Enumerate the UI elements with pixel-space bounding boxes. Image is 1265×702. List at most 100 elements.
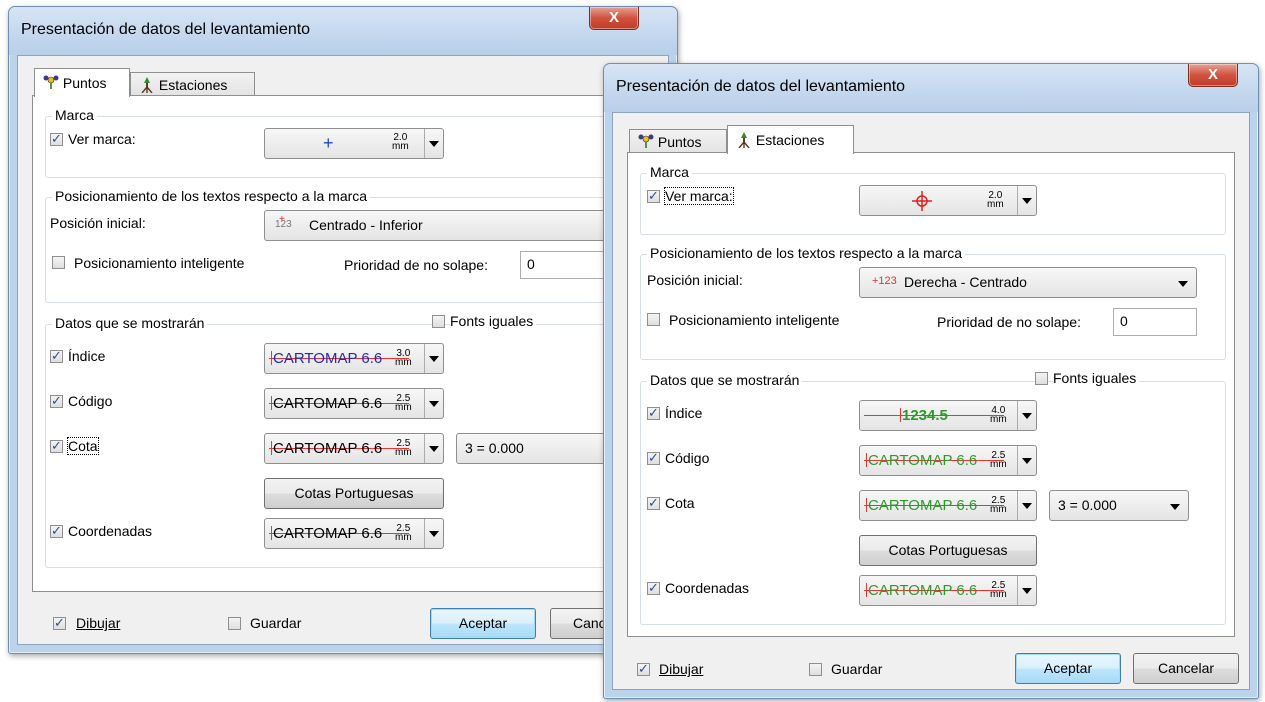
left-cota-label: Cota: [67, 437, 99, 455]
right-posicion-inicial-label: Posición inicial:: [647, 272, 743, 288]
right-dibujar-label: Dibujar: [659, 661, 704, 677]
left-cota-font-combo[interactable]: CARTOMAP 6.6 2.5 mm: [264, 433, 444, 464]
left-indice-dropdown-arrow[interactable]: [424, 344, 443, 373]
right-coordenadas-checkbox[interactable]: [647, 580, 660, 596]
left-tab-puntos[interactable]: Puntos: [34, 68, 130, 97]
right-coordenadas-sample: CARTOMAP 6.6: [868, 582, 978, 599]
right-group-datos: Datos que se mostrarán Fonts iguales Índ…: [640, 370, 1226, 625]
right-cota-font-combo[interactable]: CARTOMAP 6.6 2.5 mm: [859, 490, 1037, 521]
right-ver-marca-label: Ver marca:: [664, 187, 734, 205]
right-codigo-font-combo[interactable]: CARTOMAP 6.6 2.5 mm: [859, 445, 1037, 476]
right-title-bar[interactable]: Presentación de datos del levantamiento …: [604, 64, 1258, 112]
left-cota-size: 2.5 mm: [395, 438, 412, 458]
station-icon: [736, 132, 752, 149]
left-cota-precision-combo[interactable]: 3 = 0.000: [456, 433, 626, 464]
right-marker-dropdown-arrow[interactable]: [1017, 186, 1036, 215]
right-tab-puntos-label: Puntos: [657, 134, 702, 150]
right-indice-font-combo[interactable]: 1234.5 4.0 mm: [859, 400, 1037, 431]
left-anchor-mark-3: [271, 526, 272, 540]
right-indice-size: 4.0 mm: [990, 405, 1007, 425]
right-tab-puntos[interactable]: Puntos: [629, 129, 727, 153]
right-coordenadas-label: Coordenadas: [665, 580, 750, 596]
left-cota-dropdown-arrow[interactable]: [424, 434, 443, 463]
left-indice-checkbox[interactable]: [50, 348, 63, 364]
left-codigo-dropdown-arrow[interactable]: [424, 389, 443, 418]
left-marker-combo[interactable]: + 2.0 mm: [264, 128, 444, 159]
left-marker-dropdown-arrow[interactable]: [424, 129, 443, 158]
points-icon: [638, 134, 654, 148]
left-aceptar-button[interactable]: Aceptar: [430, 608, 536, 639]
right-codigo-dropdown-arrow[interactable]: [1017, 446, 1036, 475]
left-close-button[interactable]: X: [589, 7, 639, 30]
right-tab-estaciones[interactable]: Estaciones: [727, 125, 854, 154]
left-posicion-inicial-combo[interactable]: 123 + Centrado - Inferior: [264, 210, 624, 241]
right-close-button[interactable]: X: [1188, 64, 1238, 87]
right-codigo-label: Código: [665, 450, 710, 466]
left-cota-sample: CARTOMAP 6.6: [273, 440, 383, 457]
right-indice-dropdown-arrow[interactable]: [1017, 401, 1036, 430]
right-posicion-inicial-arrow[interactable]: [1178, 281, 1188, 287]
left-anchor-mark-2: [271, 441, 272, 455]
left-cota-checkbox[interactable]: [50, 438, 63, 454]
left-title-bar[interactable]: Presentación de datos del levantamiento …: [9, 7, 677, 55]
right-prioridad-input[interactable]: 0: [1113, 308, 1197, 336]
right-inteligente-label: Posicionamiento inteligente: [669, 312, 840, 328]
left-ver-marca-checkbox[interactable]: [50, 131, 63, 147]
right-cota-dropdown-arrow[interactable]: [1017, 491, 1036, 520]
right-marker-size: 2.0 mm: [987, 190, 1004, 210]
right-cota-precision-value: 3 = 0.000: [1058, 497, 1117, 513]
right-cota-size: 2.5 mm: [990, 495, 1007, 515]
left-posicion-inicial-value: Centrado - Inferior: [309, 217, 423, 233]
right-group-marca-label: Marca: [647, 164, 692, 180]
left-fonts-iguales-label: Fonts iguales: [450, 313, 537, 329]
right-posicion-inicial-value: Derecha - Centrado: [904, 274, 1027, 290]
right-guardar-checkbox[interactable]: [809, 663, 822, 676]
right-cancelar-button[interactable]: Cancelar: [1133, 653, 1239, 684]
left-marker-size: 2.0 mm: [392, 132, 409, 152]
left-dibujar-checkbox[interactable]: [53, 615, 66, 631]
right-indice-sample: 1234.5: [902, 407, 948, 424]
right-inteligente-checkbox[interactable]: [647, 313, 660, 326]
left-prioridad-value: 0: [527, 256, 535, 272]
right-group-posicionamiento: Posicionamiento de los textos respecto a…: [640, 245, 1226, 360]
right-cota-checkbox[interactable]: [647, 495, 660, 511]
left-client-area: Puntos Estaciones Marca Ver marca: + 2.0…: [17, 55, 669, 645]
left-anchor-mark-0: [271, 351, 272, 365]
right-anchor-mark-2: [866, 498, 867, 512]
right-aceptar-button[interactable]: Aceptar: [1015, 653, 1121, 684]
left-codigo-checkbox[interactable]: [50, 393, 63, 409]
right-dibujar-checkbox[interactable]: [637, 661, 650, 677]
left-guardar-label: Guardar: [250, 615, 302, 631]
left-coordenadas-font-combo[interactable]: CARTOMAP 6.6 2.5 mm: [264, 518, 444, 549]
left-indice-size: 3.0 mm: [395, 348, 412, 368]
left-inteligente-checkbox[interactable]: [52, 256, 65, 269]
right-prioridad-label: Prioridad de no solape:: [937, 314, 1081, 330]
right-cota-precision-arrow[interactable]: [1170, 504, 1180, 510]
left-guardar-checkbox[interactable]: [228, 617, 241, 630]
right-client-area: Puntos Estaciones Marca Ver marca: 2.0m: [612, 112, 1250, 690]
right-coordenadas-dropdown-arrow[interactable]: [1017, 576, 1036, 605]
left-indice-font-combo[interactable]: CARTOMAP 6.6 3.0 mm: [264, 343, 444, 374]
right-fonts-iguales-checkbox[interactable]: [1035, 372, 1048, 385]
right-cotas-portuguesas-button[interactable]: Cotas Portuguesas: [859, 535, 1037, 566]
right-coordenadas-font-combo[interactable]: CARTOMAP 6.6 2.5 mm: [859, 575, 1037, 606]
left-inteligente-label: Posicionamiento inteligente: [74, 255, 245, 271]
right-posicion-inicial-combo[interactable]: +123 Derecha - Centrado: [859, 267, 1197, 298]
right-codigo-checkbox[interactable]: [647, 450, 660, 466]
right-group-marca: Marca Ver marca: 2.0mm: [640, 164, 1226, 235]
left-coordenadas-checkbox[interactable]: [50, 523, 63, 539]
right-guardar-label: Guardar: [831, 661, 883, 677]
plus-marker-icon: +: [323, 133, 334, 153]
left-codigo-label: Código: [68, 393, 113, 409]
left-ver-marca-label: Ver marca:: [68, 131, 136, 147]
left-coordenadas-dropdown-arrow[interactable]: [424, 519, 443, 548]
right-cota-precision-combo[interactable]: 3 = 0.000: [1049, 490, 1189, 521]
left-cotas-portuguesas-button[interactable]: Cotas Portuguesas: [264, 478, 444, 509]
right-ver-marca-checkbox[interactable]: [647, 188, 660, 204]
right-marker-combo[interactable]: 2.0 mm: [859, 185, 1037, 216]
left-anchor-mark-1: [271, 396, 272, 410]
left-fonts-iguales-checkbox[interactable]: [432, 315, 445, 328]
right-indice-checkbox[interactable]: [647, 405, 660, 421]
left-tab-estaciones[interactable]: Estaciones: [130, 72, 255, 96]
left-codigo-font-combo[interactable]: CARTOMAP 6.6 2.5 mm: [264, 388, 444, 419]
